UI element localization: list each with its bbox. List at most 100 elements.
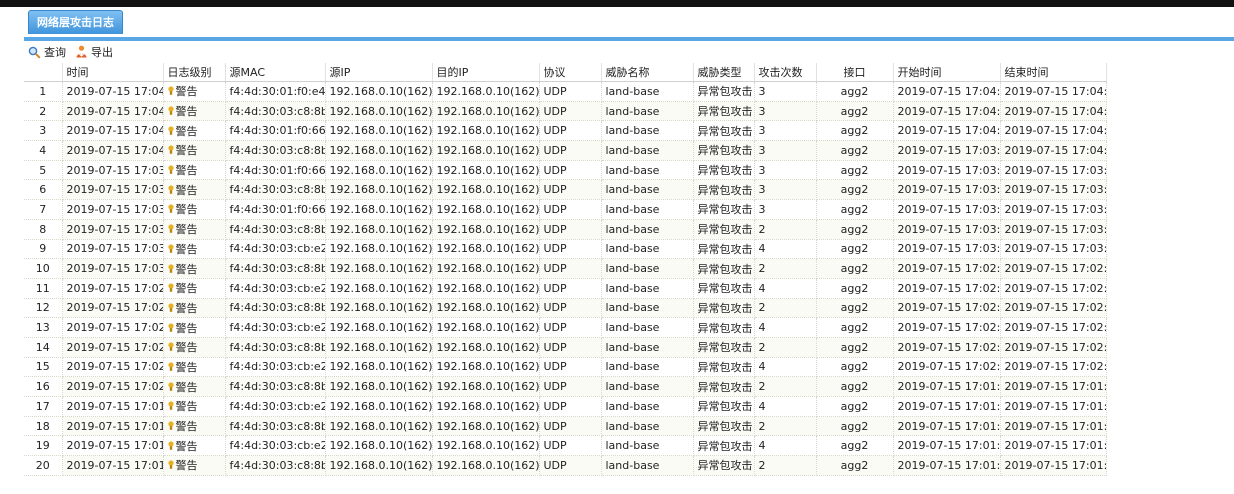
cell-threat-type: 异常包攻击 — [693, 337, 755, 358]
cell-interface: agg2 — [816, 416, 894, 437]
cell-source-ip: 192.168.0.10(162) — [325, 179, 433, 201]
cell-start-time: 2019-07-15 17:01:43 — [893, 396, 1001, 417]
header-start-time[interactable]: 开始时间 — [893, 63, 1001, 82]
header-threat-type[interactable]: 威胁类型 — [693, 63, 755, 82]
table-row[interactable]: 112019-07-15 17:02:51 警告 f4:4d:30:03:cb:e2… — [24, 278, 1107, 299]
cell-time: 2019-07-15 17:02:21 — [62, 337, 164, 358]
row-number: 13 — [24, 317, 63, 338]
cell-attack-count: 4 — [754, 278, 817, 299]
header-log-level[interactable]: 日志级别 — [163, 63, 226, 82]
cell-attack-count: 4 — [754, 239, 817, 260]
table-row[interactable]: 182019-07-15 17:01:41 警告 f4:4d:30:03:c8:8b… — [24, 416, 1107, 437]
log-level-text: 警告 — [175, 242, 198, 256]
header-interface[interactable]: 接口 — [816, 63, 894, 82]
cell-source-mac: f4:4d:30:03:cb:e2 — [225, 278, 326, 299]
cell-threat-type: 异常包攻击 — [693, 376, 755, 397]
cell-destination-ip: 192.168.0.10(162) — [432, 120, 540, 142]
cell-start-time: 2019-07-15 17:03:17 — [893, 219, 1001, 240]
export-button[interactable]: 导出 — [75, 44, 113, 60]
cell-threat-name: land-base — [601, 199, 694, 220]
cell-end-time: 2019-07-15 17:02:08 — [1000, 357, 1107, 378]
table-row[interactable]: 42019-07-15 17:04:01警告f4:4d:30:03:c8:8b1… — [24, 140, 1107, 161]
cell-protocol: UDP — [539, 298, 602, 319]
cell-start-time: 2019-07-15 17:01:22 — [893, 435, 1001, 457]
header-destination-ip[interactable]: 目的IP — [432, 63, 540, 82]
header-time[interactable]: 时间 — [62, 63, 164, 82]
lightbulb-icon — [167, 145, 174, 155]
cell-interface: agg2 — [816, 81, 894, 102]
log-panel: 网络层攻击日志 查询 导出 时间 日志级别 源MAC 源IP 目的IP 协议 威… — [24, 7, 1234, 494]
cell-threat-type: 异常包攻击 — [693, 317, 755, 338]
toolbar: 查询 导出 — [24, 41, 1234, 63]
table-row[interactable]: 92019-07-15 17:03:11警告f4:4d:30:03:cb:e21… — [24, 239, 1107, 260]
header-protocol[interactable]: 协议 — [539, 63, 602, 82]
cell-source-ip: 192.168.0.10(162) — [325, 317, 433, 338]
cell-interface: agg2 — [816, 298, 894, 319]
export-person-icon — [76, 45, 87, 58]
log-level: 警告 — [167, 438, 198, 454]
row-number: 16 — [24, 376, 63, 397]
cell-start-time: 2019-07-15 17:02:15 — [893, 337, 1001, 358]
row-number: 19 — [24, 435, 63, 457]
cell-log-level: 警告 — [163, 160, 226, 181]
cell-threat-name: land-base — [601, 396, 694, 417]
cell-protocol: UDP — [539, 376, 602, 397]
table-row[interactable]: 52019-07-15 17:03:51警告f4:4d:30:01:f0:661… — [24, 160, 1107, 181]
table-row[interactable]: 162019-07-15 17:02:01 警告 f4:4d:30:03:c8:8b… — [24, 376, 1107, 397]
cell-source-ip: 192.168.0.10(162) — [325, 376, 433, 397]
cell-log-level: 警告 — [163, 455, 226, 476]
table-row[interactable]: 72019-07-15 17:03:31警告f4:4d:30:01:f0:661… — [24, 199, 1107, 220]
header-source-mac[interactable]: 源MAC — [225, 63, 326, 82]
log-level-text: 警告 — [175, 262, 198, 276]
table-row[interactable]: 132019-07-15 17:02:31 警告 f4:4d:30:03:cb:e2… — [24, 317, 1107, 338]
cell-interface: agg2 — [816, 337, 894, 358]
table-row[interactable]: 102019-07-15 17:03:01 警告 f4:4d:30:03:c8:8b… — [24, 258, 1107, 279]
table-row[interactable]: 12019-07-15 17:04:32警告f4:4d:30:01:f0:e41… — [24, 81, 1107, 102]
table-body: 12019-07-15 17:04:32警告f4:4d:30:01:f0:e41… — [24, 81, 1107, 476]
header-threat-name[interactable]: 威胁名称 — [601, 63, 694, 82]
header-source-ip[interactable]: 源IP — [325, 63, 433, 82]
table-row[interactable]: 32019-07-15 17:04:11警告f4:4d:30:01:f0:661… — [24, 120, 1107, 142]
row-number: 8 — [24, 219, 63, 240]
lightbulb-icon — [167, 263, 174, 273]
header-attack-count[interactable]: 攻击次数 — [754, 63, 817, 82]
table-row[interactable]: 202019-07-15 17:01:21 警告 f4:4d:30:03:c8:8b… — [24, 455, 1107, 476]
cell-log-level: 警告 — [163, 376, 226, 397]
cell-source-mac: f4:4d:30:03:c8:8b — [225, 455, 326, 476]
cell-log-level: 警告 — [163, 199, 226, 220]
table-row[interactable]: 62019-07-15 17:03:41警告f4:4d:30:03:c8:8b1… — [24, 179, 1107, 201]
table-row[interactable]: 192019-07-15 17:01:31 警告 f4:4d:30:03:cb:e2… — [24, 435, 1107, 457]
tab-network-attack-log[interactable]: 网络层攻击日志 — [28, 10, 123, 34]
cell-threat-name: land-base — [601, 258, 694, 279]
cell-destination-ip: 192.168.0.10(162) — [432, 376, 540, 397]
log-level-text: 警告 — [175, 282, 198, 296]
cell-protocol: UDP — [539, 337, 602, 358]
log-level-text: 警告 — [175, 360, 198, 374]
cell-protocol: UDP — [539, 160, 602, 181]
cell-source-mac: f4:4d:30:03:c8:8b — [225, 101, 326, 122]
cell-source-mac: f4:4d:30:01:f0:66 — [225, 120, 326, 142]
table-row[interactable]: 142019-07-15 17:02:21 警告 f4:4d:30:03:c8:8b… — [24, 337, 1107, 358]
table-row[interactable]: 22019-07-15 17:04:21警告f4:4d:30:03:c8:8b1… — [24, 101, 1107, 122]
table-row[interactable]: 152019-07-15 17:02:11 警告 f4:4d:30:03:cb:e2… — [24, 357, 1107, 378]
cell-source-mac: f4:4d:30:03:c8:8b — [225, 337, 326, 358]
cell-threat-name: land-base — [601, 140, 694, 161]
cell-source-mac: f4:4d:30:03:cb:e2 — [225, 317, 326, 338]
cell-source-mac: f4:4d:30:03:c8:8b — [225, 140, 326, 161]
cell-start-time: 2019-07-15 17:02:36 — [893, 298, 1001, 319]
table-row[interactable]: 172019-07-15 17:01:51 警告 f4:4d:30:03:cb:e2… — [24, 396, 1107, 417]
cell-threat-type: 异常包攻击 — [693, 357, 755, 378]
cell-source-mac: f4:4d:30:03:cb:e2 — [225, 357, 326, 378]
cell-threat-name: land-base — [601, 435, 694, 457]
cell-start-time: 2019-07-15 17:03:46 — [893, 160, 1001, 181]
table-row[interactable]: 122019-07-15 17:02:41 警告 f4:4d:30:03:c8:8b… — [24, 298, 1107, 319]
header-end-time[interactable]: 结束时间 — [1000, 63, 1107, 82]
cell-start-time: 2019-07-15 17:02:24 — [893, 317, 1001, 338]
log-level-text: 警告 — [175, 183, 198, 197]
log-level-text: 警告 — [175, 301, 198, 315]
cell-start-time: 2019-07-15 17:04:12 — [893, 101, 1001, 122]
cell-interface: agg2 — [816, 455, 894, 476]
cell-source-mac: f4:4d:30:03:cb:e2 — [225, 239, 326, 260]
table-row[interactable]: 82019-07-15 17:03:21警告f4:4d:30:03:c8:8b1… — [24, 219, 1107, 240]
query-button[interactable]: 查询 — [28, 44, 66, 60]
